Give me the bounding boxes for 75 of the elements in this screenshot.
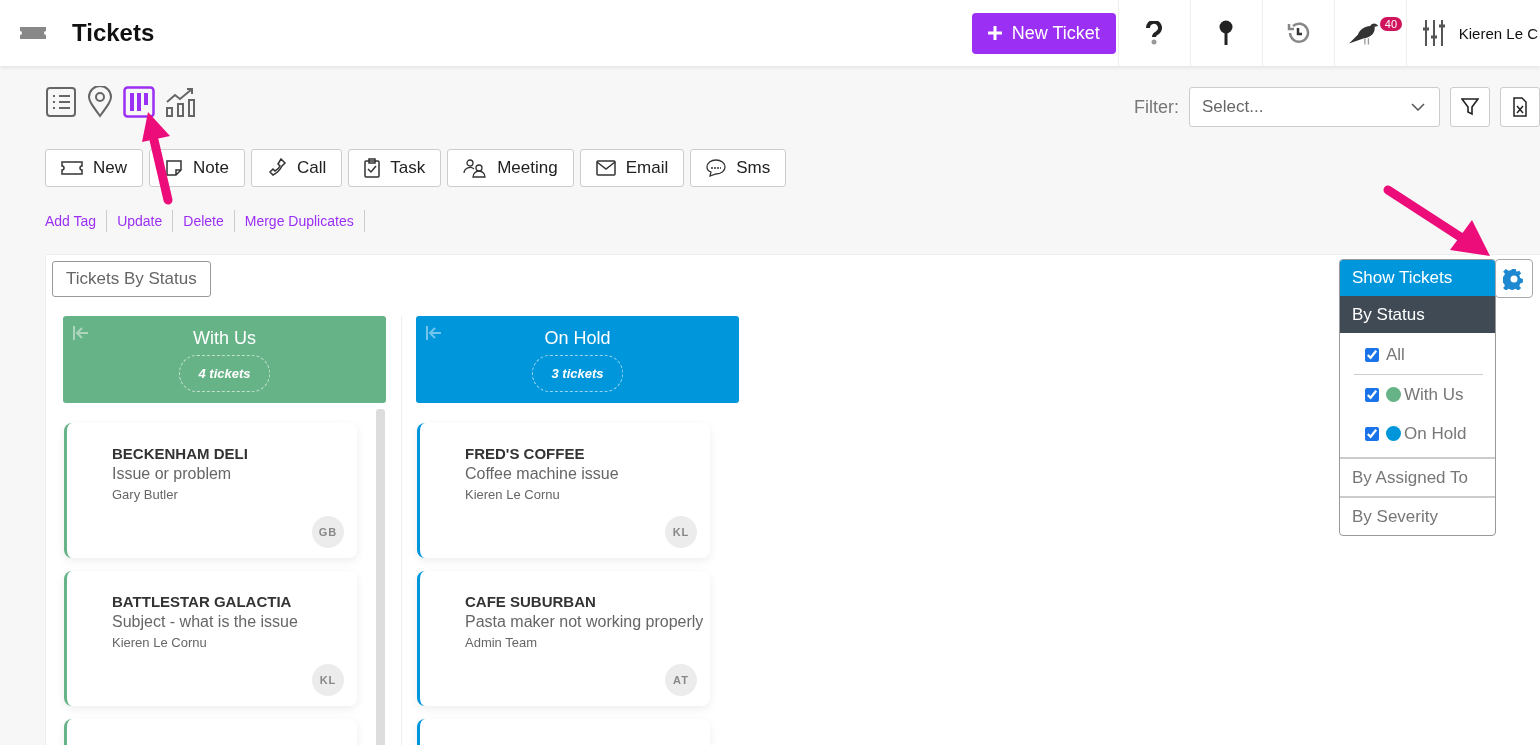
ticket-icon	[20, 25, 46, 41]
filter-label: Filter:	[1134, 96, 1179, 118]
status-option[interactable]: On Hold	[1364, 414, 1495, 453]
call-action-button[interactable]: Call	[250, 149, 343, 187]
bulk-action-link[interactable]: Merge Duplicates	[234, 210, 365, 232]
user-name[interactable]: Kieren Le C	[1458, 24, 1538, 42]
plus-icon	[987, 26, 1002, 40]
growth-chart-icon[interactable]	[165, 86, 197, 118]
sms-bubble-icon	[706, 159, 727, 177]
people-icon	[463, 158, 488, 178]
checkbox[interactable]	[1365, 387, 1379, 402]
ticket-action-button[interactable]: New	[45, 149, 143, 187]
filter-select[interactable]: Select...	[1189, 87, 1440, 127]
help-icon[interactable]	[1145, 21, 1164, 45]
ticket-subject: Subject - what is the issue	[112, 613, 299, 631]
ticket-subject: Issue or problem	[112, 465, 233, 483]
chevron-down-icon	[1411, 103, 1425, 111]
notification-badge: 40	[1379, 17, 1403, 31]
ticket-title: FRED'S COFFEE	[465, 445, 586, 462]
phone-icon	[266, 158, 287, 178]
status-option[interactable]: With Us	[1364, 375, 1495, 414]
ticket-title: CAFE SUBURBAN	[465, 593, 597, 610]
note-icon	[165, 159, 183, 177]
assignee-avatar: AT	[665, 664, 697, 696]
map-pin-icon[interactable]	[87, 86, 113, 118]
ticket-icon	[61, 161, 83, 175]
bulk-action-link[interactable]: Add Tag	[45, 210, 108, 232]
page-title: Tickets	[72, 19, 155, 47]
ticket-assignee: Admin Team	[465, 635, 538, 650]
email-action-button[interactable]: Email	[579, 149, 685, 187]
list-view-icon[interactable]	[45, 86, 77, 118]
ticket-assignee: Gary Butler	[112, 487, 179, 502]
menu-section[interactable]: By Severity	[1340, 496, 1495, 535]
bulk-action-link[interactable]: Delete	[173, 210, 235, 232]
meeting-action-button[interactable]: Meeting	[447, 149, 574, 187]
ticket-card[interactable]: CAFE SUBURBAN Pasta maker not working properly Admin Team AT	[417, 571, 710, 706]
sliders-icon[interactable]	[1422, 20, 1445, 46]
sms-action-button[interactable]: Sms	[690, 149, 787, 187]
task-action-button[interactable]: Task	[348, 149, 442, 187]
ticket-title: BATTLESTAR GALACTIA	[112, 593, 293, 610]
envelope-icon	[595, 160, 616, 176]
menu-section[interactable]: By Assigned To	[1340, 457, 1495, 496]
column-title: With Us	[193, 328, 256, 349]
ticket-subject: Coffee machine issue	[465, 465, 620, 483]
menu-section[interactable]: By Status	[1340, 296, 1495, 333]
menu-title: Show Tickets	[1340, 260, 1495, 296]
assignee-avatar: KL	[312, 664, 344, 696]
clipboard-check-icon	[364, 158, 381, 178]
assignee-avatar: GB	[312, 516, 344, 548]
status-option[interactable]: All	[1364, 335, 1495, 374]
ticket-card[interactable]: BECKENHAM DELI Issue or problem Gary Butler GB	[64, 423, 357, 558]
filter-button[interactable]	[1450, 87, 1490, 127]
checkbox[interactable]	[1365, 347, 1379, 362]
ticket-card[interactable]: BATTLESTAR GALACTIA Subject - what is the issue Kieren Le Cornu KL	[64, 571, 357, 706]
export-excel-button[interactable]	[1500, 87, 1540, 127]
assignee-avatar: KL	[665, 516, 697, 548]
checkbox[interactable]	[1365, 426, 1379, 441]
ticket-card[interactable]: FRED'S COFFEE Coffee machine issue Kieren Le Cornu KL	[417, 423, 710, 558]
ticket-assignee: Kieren Le Cornu	[465, 487, 561, 502]
column-title: On Hold	[544, 328, 611, 349]
note-action-button[interactable]: Note	[149, 149, 245, 187]
ticket-subject: Pasta maker not working properly	[465, 613, 705, 631]
group-by-button[interactable]: Tickets By Status	[52, 261, 211, 297]
ticket-title: BECKENHAM DELI	[112, 445, 249, 462]
board-view-icon[interactable]	[123, 86, 155, 118]
bulk-action-link[interactable]: Update	[107, 210, 174, 232]
pushpin-icon[interactable]	[1219, 20, 1234, 46]
scrollbar[interactable]	[376, 409, 385, 745]
excel-file-icon	[1513, 97, 1527, 117]
settings-button[interactable]	[1495, 259, 1533, 298]
settings-icon	[1503, 267, 1525, 290]
ticket-assignee: Kieren Le Cornu	[112, 635, 208, 650]
funnel-icon	[1461, 98, 1479, 116]
new-ticket-button[interactable]: New Ticket	[971, 12, 1116, 54]
history-icon[interactable]	[1286, 21, 1311, 45]
